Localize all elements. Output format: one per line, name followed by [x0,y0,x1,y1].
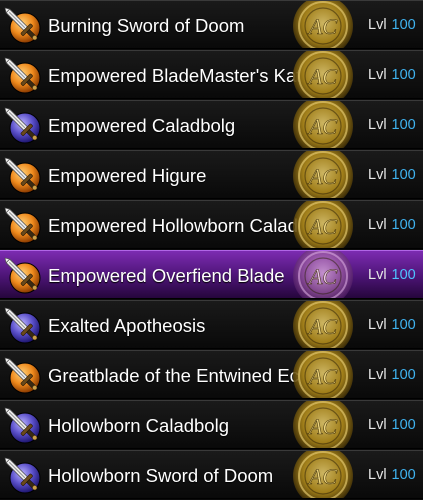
level-value: 100 [391,317,416,333]
list-item[interactable]: Exalted Apotheosis AC Lvl 100 [0,300,423,349]
level-value: 100 [391,67,416,83]
list-item[interactable]: Empowered Hollowborn Caladbolg AC Lvl100 [0,200,423,249]
item-name: Empowered BladeMaster's Katana [48,65,300,86]
level-value: 100 [391,17,416,33]
svg-text:AC: AC [307,14,337,39]
item-level: Lvl 100 [368,251,416,298]
orange-sword-icon [2,154,44,196]
list-item[interactable]: Hollowborn Sword of Doom AC Lvl 100 [0,450,423,499]
item-level: Lvl 100 [368,1,416,48]
svg-text:AC: AC [307,464,337,489]
orange-sword-icon [2,4,44,46]
purple-sword-icon [2,454,44,496]
svg-text:AC: AC [307,114,337,139]
level-label: Lvl [368,117,387,133]
orange-sword-icon [2,54,44,96]
level-label: Lvl [368,317,387,333]
orange-sword-icon [2,354,44,396]
item-name: Empowered Higure [48,165,207,186]
level-value: 100 [391,167,416,183]
level-value: 100 [391,367,416,383]
level-label: Lvl [368,467,387,483]
level-label: Lvl [368,267,387,283]
list-item[interactable]: Hollowborn Caladbolg AC Lvl 100 [0,400,423,449]
list-item[interactable]: Empowered Caladbolg AC Lvl 100 [0,100,423,149]
list-item[interactable]: Empowered Higure AC Lvl 100 [0,150,423,199]
item-name: Hollowborn Sword of Doom [48,465,274,486]
svg-text:AC: AC [307,214,337,239]
item-name: Exalted Apotheosis [48,315,206,336]
list-item[interactable]: Empowered BladeMaster's Katana AC Lvl100 [0,50,423,99]
item-level: Lvl 100 [368,301,416,348]
item-level: Lvl 100 [368,51,416,98]
list-item-selected[interactable]: Empowered Overfiend Blade AC Lvl 100 [0,250,423,299]
level-label: Lvl [368,167,387,183]
orange-sword-icon [2,254,44,296]
level-value: 100 [391,267,416,283]
svg-text:AC: AC [307,264,337,289]
item-level: Lvl 100 [368,101,416,148]
level-value: 100 [391,417,416,433]
orange-sword-icon [2,204,44,246]
level-value: 100 [391,467,416,483]
item-level: Lvl 100 [368,151,416,198]
item-list: Burning Sword of Doom AC Lvl 100 Empower… [0,0,423,500]
svg-text:AC: AC [307,164,337,189]
purple-sword-icon [2,404,44,446]
level-label: Lvl [368,417,387,433]
item-level: Lvl 100 [368,451,416,498]
svg-text:AC: AC [307,414,337,439]
svg-text:AC: AC [307,64,337,89]
svg-text:AC: AC [307,314,337,339]
item-name: Burning Sword of Doom [48,15,245,36]
item-level: Lvl 100 [368,201,416,248]
level-value: 100 [391,217,416,233]
level-value: 100 [391,117,416,133]
item-name: Hollowborn Caladbolg [48,415,229,436]
purple-sword-icon [2,304,44,346]
level-label: Lvl [368,17,387,33]
purple-sword-icon [2,104,44,146]
item-name: Empowered Caladbolg [48,115,236,136]
svg-text:AC: AC [307,364,337,389]
item-level: Lvl 100 [368,351,416,398]
level-label: Lvl [368,217,387,233]
level-label: Lvl [368,367,387,383]
level-label: Lvl [368,67,387,83]
list-item[interactable]: Burning Sword of Doom AC Lvl 100 [0,0,423,49]
item-name: Empowered Overfiend Blade [48,265,285,286]
list-item[interactable]: Greatblade of the Entwined Eclipse AC Lv… [0,350,423,399]
item-name: Greatblade of the Entwined Eclipse [48,365,300,386]
item-name: Empowered Hollowborn Caladbolg [48,215,300,236]
item-level: Lvl 100 [368,401,416,448]
